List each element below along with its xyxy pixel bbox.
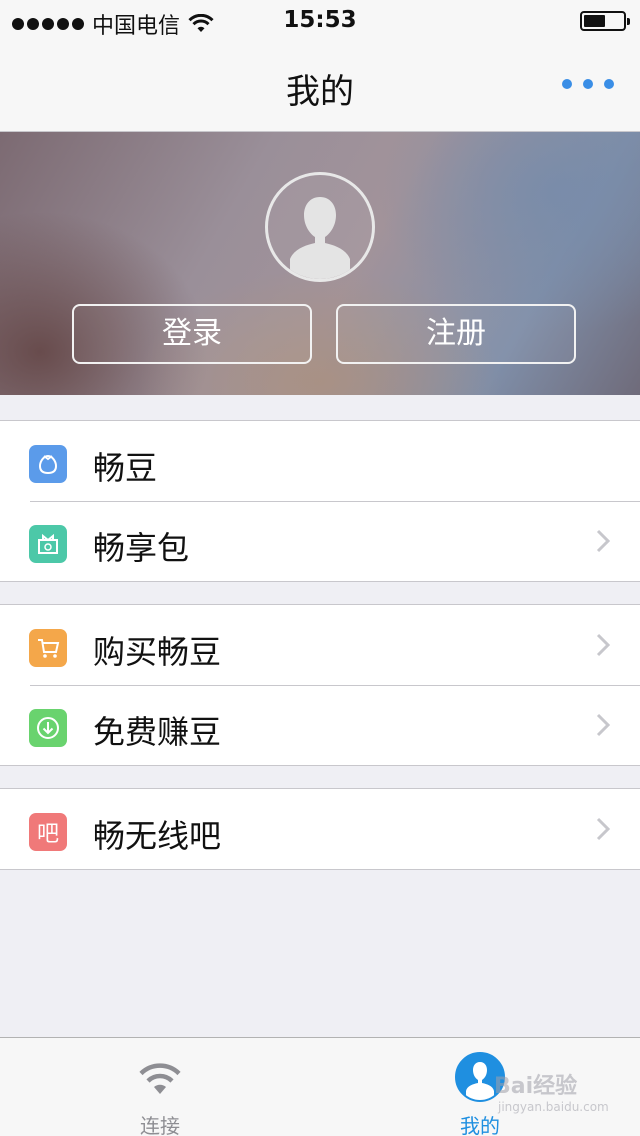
list-group-wifi-bar: 吧 畅无线吧 <box>0 788 640 870</box>
status-bar: 中国电信 15:53 <box>0 0 640 40</box>
list-group-beans: 畅豆 畅享包 <box>0 420 640 582</box>
profile-header: 登录 注册 <box>0 132 640 395</box>
status-time: 15:53 <box>283 7 357 33</box>
list-item-label: 畅豆 <box>93 449 158 487</box>
chevron-right-icon <box>596 713 611 737</box>
download-icon <box>29 709 67 747</box>
list-item-beans[interactable]: 畅豆 <box>0 421 640 501</box>
gift-icon <box>29 525 67 563</box>
register-button[interactable]: 注册 <box>336 304 576 364</box>
chevron-right-icon <box>596 817 611 841</box>
watermark-brand: Bai经验 <box>494 1074 578 1099</box>
bar-icon-text: 吧 <box>36 822 59 847</box>
list-item-buy-beans[interactable]: 购买畅豆 <box>0 605 640 685</box>
list-item-wifi-bar[interactable]: 吧 畅无线吧 <box>0 789 640 869</box>
wifi-icon <box>139 1063 181 1094</box>
list-group-earn: 购买畅豆 免费赚豆 <box>0 604 640 766</box>
purse-icon <box>29 445 67 483</box>
watermark: Bai经验 jingyan.baidu.com <box>494 1068 624 1122</box>
list-item-label: 畅无线吧 <box>93 817 222 855</box>
tab-connect[interactable]: 连接 <box>60 1038 260 1136</box>
list-item-label: 购买畅豆 <box>93 633 222 671</box>
more-dots-icon[interactable] <box>562 76 614 92</box>
list-item-package[interactable]: 畅享包 <box>0 501 640 581</box>
bar-icon: 吧 <box>29 813 67 851</box>
list-item-earn-beans[interactable]: 免费赚豆 <box>0 685 640 765</box>
navigation-bar: 我的 <box>0 40 640 132</box>
battery-icon <box>580 11 630 31</box>
login-button[interactable]: 登录 <box>72 304 312 364</box>
page-title: 我的 <box>286 72 354 112</box>
cart-icon <box>29 629 67 667</box>
list-item-label: 畅享包 <box>93 529 190 567</box>
chevron-right-icon <box>596 529 611 553</box>
tab-label: 连接 <box>140 1114 180 1136</box>
default-avatar-icon[interactable] <box>265 172 375 282</box>
chevron-right-icon <box>596 633 611 657</box>
watermark-url: jingyan.baidu.com <box>498 1100 609 1114</box>
list-item-label: 免费赚豆 <box>93 713 222 751</box>
